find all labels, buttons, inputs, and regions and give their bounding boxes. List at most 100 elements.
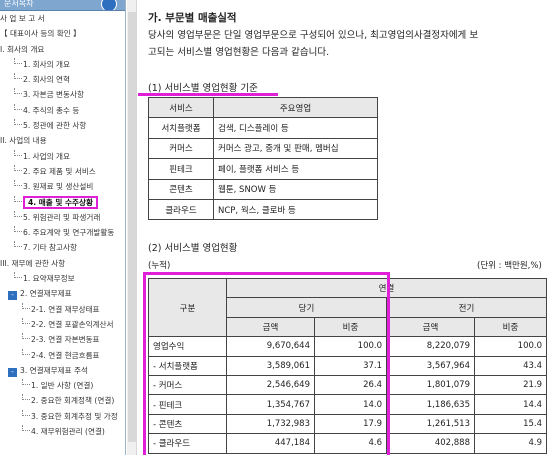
toc-item[interactable]: 1. 회사의 개요 — [0, 57, 125, 72]
collapse-toggle-icon[interactable]: - — [8, 291, 17, 301]
collapse-toggle-icon[interactable]: - — [8, 367, 17, 377]
toc-item-label: 사 업 보 고 서 — [0, 14, 45, 23]
toc-item[interactable]: 【 대표이사 등의 확인 】 — [0, 26, 125, 41]
toc-item[interactable]: 2. 주요 제품 및 서비스 — [0, 164, 125, 179]
toc-item-label: I. 회사의 개요 — [0, 44, 45, 54]
section-title: 가. 부문별 매출실적 — [148, 12, 237, 24]
toc-item[interactable]: 2-1. 연결 재무상태표 — [0, 302, 125, 317]
tree-connector — [22, 333, 30, 340]
header-amount: 금액 — [226, 316, 315, 338]
toc-item-label: 2. 회사의 연혁 — [23, 75, 71, 85]
prior-amount: 1,261,513 — [386, 413, 475, 435]
header-consolidated: 연결 — [226, 277, 547, 299]
row-label: 영업수익 — [148, 336, 227, 357]
service-desc: NCP, 웍스, 클로바 등 — [213, 198, 378, 221]
table-row: 커머스 커머스 광고, 중개 및 판매, 멤버십 — [148, 137, 378, 160]
service-name: 서치플랫폼 — [148, 117, 214, 139]
toc-item[interactable]: 2-2. 연결 포괄손익계산서 — [0, 317, 125, 332]
scrollbar-thumb[interactable] — [128, 12, 136, 442]
table-row: 핀테크 페이, 플랫폼 서비스 등 — [148, 158, 378, 180]
tree-connector — [22, 302, 30, 309]
toc-item[interactable]: 2-3. 연결 자본변동표 — [0, 332, 125, 347]
toc-item-label: 7. 기타 참고사항 — [23, 243, 77, 253]
service-name: 핀테크 — [148, 158, 214, 180]
prior-ratio: 15.4 — [474, 413, 547, 435]
tree-connector — [22, 394, 30, 401]
toc-item[interactable]: 2. 회사의 연혁 — [0, 72, 125, 87]
toc-item-label: 6. 주요계약 및 연구개발활동 — [23, 228, 115, 238]
tree-connector — [22, 348, 30, 355]
toc-item[interactable]: 4. 주식의 총수 등 — [0, 103, 125, 118]
header-prior-period: 전기 — [386, 297, 547, 318]
tree-connector — [14, 103, 22, 110]
toc-item-label: II. 사업의 내용 — [0, 136, 47, 146]
toc-item[interactable]: 5. 정관에 관한 사항 — [0, 118, 125, 133]
toc-item-label: 2. 연결재무제표 — [20, 289, 72, 299]
collapse-icon[interactable] — [101, 0, 117, 10]
toc-item-label: 2-3. 연결 자본변동표 — [31, 335, 100, 345]
table-row: - 콘텐츠 1,732,983 17.9 1,261,513 15.4 — [148, 413, 547, 435]
toc-item[interactable]: 6. 주요계약 및 연구개발활동 — [0, 225, 125, 240]
table-row: 서치플랫폼 검색, 디스플레이 등 — [148, 117, 378, 139]
prior-amount: 8,220,079 — [386, 336, 475, 357]
sidebar-scrollbar[interactable] — [127, 0, 137, 455]
tree-connector — [14, 73, 22, 80]
toc-item[interactable]: 7. 기타 참고사항 — [0, 240, 125, 255]
toc-item[interactable]: 2. 중요한 회계정책 (연결) — [0, 393, 125, 408]
tree-connector — [14, 210, 22, 217]
toc-item[interactable]: 1. 사업의 개요 — [0, 149, 125, 164]
service-name: 커머스 — [148, 137, 214, 160]
toc-item-label: 2-4. 연결 현금흐름표 — [31, 350, 100, 360]
prior-amount: 402,888 — [386, 433, 475, 454]
toc-item[interactable]: 5. 위험관리 및 파생거래 — [0, 210, 125, 225]
toc-item-label: 3. 자본금 변동사항 — [23, 90, 84, 100]
toc-item[interactable]: 3. 자본금 변동사항 — [0, 87, 125, 102]
toc-header-label: 문서목차 — [4, 0, 34, 8]
toc-item[interactable]: 2-4. 연결 현금흐름표 — [0, 348, 125, 363]
performance-table: 구분 연결 당기 전기 금액 비중 금액 비중 영업수익 9,670,644 100… — [148, 277, 547, 454]
current-ratio: 100.0 — [314, 336, 387, 357]
prior-ratio: 14.4 — [474, 394, 547, 415]
toc-item[interactable]: 사 업 보 고 서 — [0, 11, 125, 26]
service-desc: 검색, 디스플레이 등 — [213, 117, 378, 139]
toc-item[interactable]: 4. 매출 및 수주상황 — [0, 195, 125, 210]
tree-connector — [22, 317, 30, 324]
current-ratio: 17.9 — [314, 413, 387, 435]
header-service: 서비스 — [148, 96, 214, 119]
toc-item[interactable]: 3. 중요한 회계추정 및 가정 — [0, 409, 125, 424]
prior-ratio: 21.9 — [474, 374, 547, 396]
tree-connector — [22, 409, 30, 416]
toc-item[interactable]: 1. 일반 사항 (연결) — [0, 378, 125, 393]
toc-item[interactable]: 1. 요약재무정보 — [0, 271, 125, 286]
app-root: 문서목차 사 업 보 고 서 【 대표이사 등의 확인 】 I. 회사의 개요 1. … — [0, 0, 552, 455]
toc-item[interactable]: -3. 연결재무제표 주석 — [0, 363, 125, 378]
tree-connector — [14, 195, 22, 202]
toc-item[interactable]: I. 회사의 개요 — [0, 42, 125, 57]
header-current-period: 당기 — [226, 297, 387, 318]
header-category: 구분 — [148, 277, 227, 338]
toc-item-label: 2. 주요 제품 및 서비스 — [23, 166, 96, 176]
subsection-service-basis: (1) 서비스별 영업현황 기준 — [148, 83, 258, 94]
service-name: 콘텐츠 — [148, 178, 214, 200]
unit-label: (단위 : 백만원,%) — [477, 261, 542, 271]
toc-item[interactable]: 4. 재무위험관리 (연결) — [0, 424, 125, 439]
toc-item-label: 1. 사업의 개요 — [23, 151, 71, 161]
service-desc: 웹툰, SNOW 등 — [213, 178, 378, 200]
toc-item-label: 4. 재무위험관리 (연결) — [31, 427, 105, 437]
toc-item-label: 【 대표이사 등의 확인 】 — [0, 29, 81, 39]
header-ratio: 비중 — [474, 316, 547, 338]
toc-item[interactable]: -2. 연결재무제표 — [0, 286, 125, 301]
row-label: - 클라우드 — [148, 433, 227, 454]
highlight-underline — [138, 93, 278, 96]
header-main-business: 주요영업 — [213, 96, 378, 119]
toc-item-label: 2-1. 연결 재무상태표 — [31, 304, 100, 314]
tree-connector — [14, 180, 22, 187]
table-header-row: 서비스 주요영업 — [148, 96, 378, 119]
toc-item[interactable]: III. 재무에 관한 사항 — [0, 256, 125, 271]
tree-connector — [14, 164, 22, 171]
toc-item-label: 3. 원재료 및 생산설비 — [23, 182, 94, 192]
toc-item[interactable]: 3. 원재료 및 생산설비 — [0, 179, 125, 194]
prior-amount: 1,801,079 — [386, 374, 475, 396]
table-row: 영업수익 9,670,644 100.0 8,220,079 100.0 — [148, 336, 547, 357]
toc-item[interactable]: II. 사업의 내용 — [0, 133, 125, 148]
